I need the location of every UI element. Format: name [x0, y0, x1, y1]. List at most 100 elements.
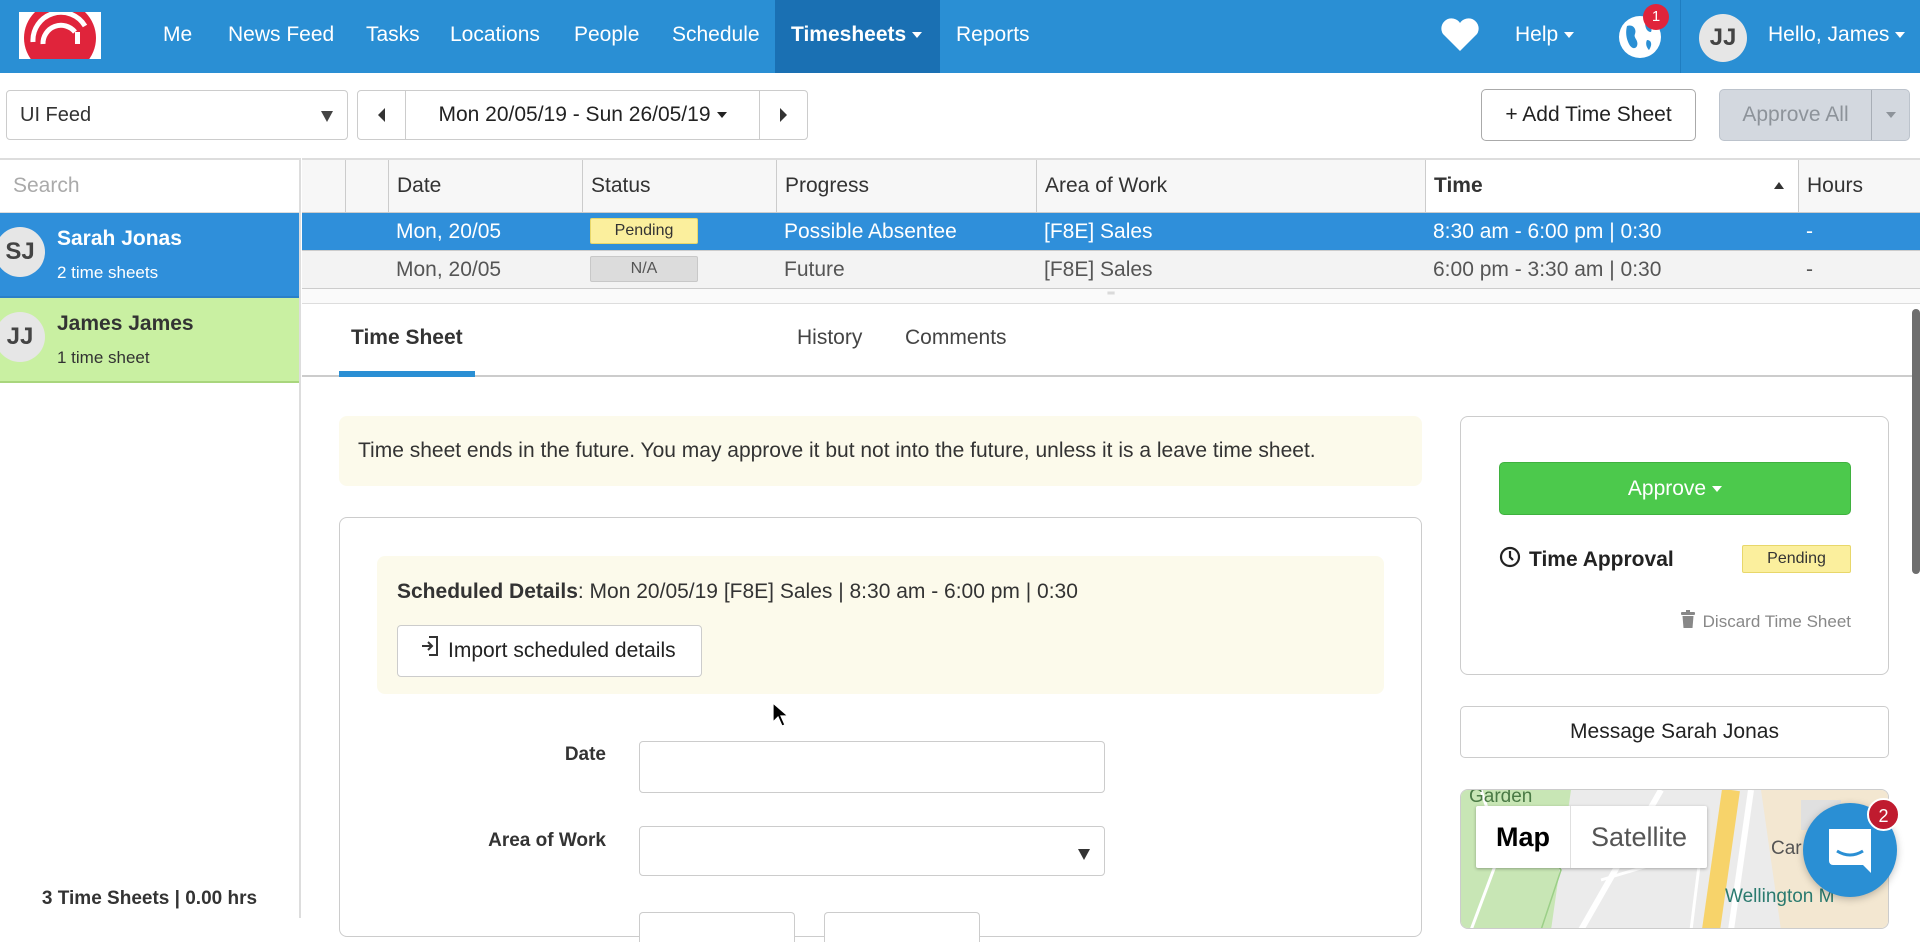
map-type-toggle: Map Satellite: [1476, 806, 1708, 868]
map-label-car: Car: [1771, 838, 1802, 859]
nav-tasks[interactable]: Tasks: [350, 0, 436, 73]
date-label: Date: [564, 744, 606, 765]
nav-timesheets[interactable]: Timesheets: [775, 0, 940, 73]
import-scheduled-details-button[interactable]: Import scheduled details: [397, 625, 702, 677]
nav-locations-label: Locations: [450, 23, 540, 46]
heart-icon[interactable]: [1440, 18, 1480, 57]
feed-select[interactable]: UI Feed: [6, 90, 348, 140]
scheduled-details: Scheduled Details: Mon 20/05/19 [F8E] Sa…: [397, 580, 1078, 604]
nav-locations[interactable]: Locations: [434, 0, 556, 73]
user-menu[interactable]: Hello, James: [1752, 0, 1920, 73]
feed-select-value: UI Feed: [20, 104, 92, 126]
week-range-label: Mon 20/05/19 - Sun 26/05/19: [438, 103, 711, 126]
cell-hours: -: [1806, 220, 1813, 243]
time-approval: Time Approval: [1499, 546, 1674, 574]
message-person-button[interactable]: Message Sarah Jonas: [1460, 706, 1889, 758]
nav-people[interactable]: People: [558, 0, 655, 73]
satellite-view-button[interactable]: Satellite: [1571, 806, 1707, 868]
tab-history[interactable]: History: [785, 305, 874, 377]
cell-progress: Possible Absentee: [784, 220, 957, 243]
scheduled-details-box: Scheduled Details: Mon 20/05/19 [F8E] Sa…: [377, 556, 1384, 694]
person-timesheet-count: 1 time sheet: [57, 348, 150, 367]
next-week-button[interactable]: [760, 91, 807, 139]
status-badge: N/A: [590, 255, 698, 282]
nav-reports[interactable]: Reports: [940, 0, 1046, 73]
cell-status: Pending: [582, 213, 776, 250]
nav-people-label: People: [574, 23, 640, 46]
help-menu[interactable]: Help: [1499, 0, 1590, 73]
help-label: Help: [1515, 23, 1559, 46]
nav-schedule[interactable]: Schedule: [656, 0, 776, 73]
detail-scrollbar[interactable]: [1912, 309, 1920, 574]
person-item[interactable]: JJ James James 1 time sheet: [0, 298, 299, 383]
chevron-down-icon: [1712, 486, 1723, 493]
chevron-down-icon: [1564, 32, 1575, 39]
week-range-dropdown[interactable]: Mon 20/05/19 - Sun 26/05/19: [405, 91, 760, 139]
column-header-hours[interactable]: Hours: [1798, 160, 1920, 212]
cell-time: 6:00 pm - 3:30 am | 0:30: [1433, 258, 1662, 281]
cell-date: Mon, 20/05: [396, 220, 502, 243]
area-of-work-select[interactable]: [639, 826, 1105, 876]
scheduled-details-value: : Mon 20/05/19 [F8E] Sales | 8:30 am - 6…: [577, 580, 1078, 603]
add-time-sheet-button[interactable]: + Add Time Sheet: [1481, 89, 1696, 141]
table-row[interactable]: Mon, 20/05 Pending Possible Absentee [F8…: [302, 213, 1920, 251]
nav-schedule-label: Schedule: [672, 23, 760, 46]
time-approval-label: Time Approval: [1529, 548, 1674, 571]
caret-down-icon: [1078, 849, 1090, 860]
date-input[interactable]: [639, 741, 1105, 793]
company-logo[interactable]: [19, 12, 101, 59]
form-button[interactable]: [639, 912, 795, 942]
previous-week-button[interactable]: [358, 91, 405, 139]
cell-area: [F8E] Sales: [1044, 220, 1153, 243]
tab-comments[interactable]: Comments: [893, 305, 1019, 377]
top-navigation: Me News Feed Tasks Locations People Sche…: [0, 0, 1920, 73]
cell-hours: -: [1806, 258, 1813, 281]
area-of-work-label: Area of Work: [488, 830, 606, 851]
detail-tabs: Time Sheet History Comments: [302, 305, 1914, 377]
column-header-progress[interactable]: Progress: [776, 160, 1036, 212]
user-avatar[interactable]: JJ: [1699, 14, 1747, 62]
panel-resize-handle[interactable]: ═: [302, 289, 1920, 304]
form-button[interactable]: [824, 912, 980, 942]
column-header-date[interactable]: Date: [388, 160, 582, 212]
chevron-down-icon: [716, 112, 727, 119]
time-approval-status-badge: Pending: [1742, 545, 1851, 573]
nav-me[interactable]: Me: [147, 0, 208, 73]
row-spacer: [302, 213, 388, 250]
search-input[interactable]: Search: [0, 160, 299, 213]
person-timesheet-count: 2 time sheets: [57, 263, 159, 282]
trash-icon: [1680, 610, 1695, 633]
column-header-flag[interactable]: [345, 160, 388, 212]
time-sheet-form: Scheduled Details: Mon 20/05/19 [F8E] Sa…: [339, 517, 1422, 942]
cell-status: N/A: [582, 251, 776, 288]
discard-time-sheet-link[interactable]: Discard Time Sheet: [1680, 610, 1851, 633]
column-header-area[interactable]: Area of Work: [1036, 160, 1425, 212]
approve-button[interactable]: Approve: [1499, 462, 1851, 515]
chevron-down-icon: [1885, 112, 1896, 118]
chevron-down-icon: [1895, 32, 1906, 39]
approve-all-dropdown[interactable]: [1872, 90, 1909, 140]
clock-icon: [1499, 546, 1521, 574]
discard-label: Discard Time Sheet: [1702, 611, 1851, 631]
timesheet-grid: Date Status Progress Area of Work Time H…: [302, 158, 1920, 304]
approve-label: Approve: [1627, 477, 1707, 500]
avatar: SJ: [0, 227, 45, 277]
timesheet-summary: 3 Time Sheets | 0.00 hrs: [41, 888, 258, 909]
table-row[interactable]: Mon, 20/05 N/A Future [F8E] Sales 6:00 p…: [302, 251, 1920, 289]
column-header-time[interactable]: Time: [1425, 160, 1798, 212]
avatar: JJ: [0, 312, 45, 362]
map-view-button[interactable]: Map: [1476, 806, 1571, 868]
status-badge: Pending: [590, 217, 698, 244]
approve-all-button[interactable]: Approve All: [1720, 90, 1872, 140]
nav-news-feed[interactable]: News Feed: [212, 0, 350, 73]
caret-down-icon: [321, 111, 333, 122]
column-header-status[interactable]: Status: [582, 160, 776, 212]
tab-time-sheet[interactable]: Time Sheet: [339, 305, 475, 377]
person-name: Sarah Jonas: [57, 227, 182, 250]
cell-time: 8:30 am - 6:00 pm | 0:30: [1433, 220, 1662, 243]
nav-me-label: Me: [163, 23, 193, 46]
toolbar: UI Feed Mon 20/05/19 - Sun 26/05/19 + Ad…: [0, 73, 1920, 158]
column-header-select[interactable]: [302, 160, 345, 212]
person-item[interactable]: SJ Sarah Jonas 2 time sheets: [0, 213, 299, 298]
nav-timesheets-label: Timesheets: [791, 23, 907, 46]
